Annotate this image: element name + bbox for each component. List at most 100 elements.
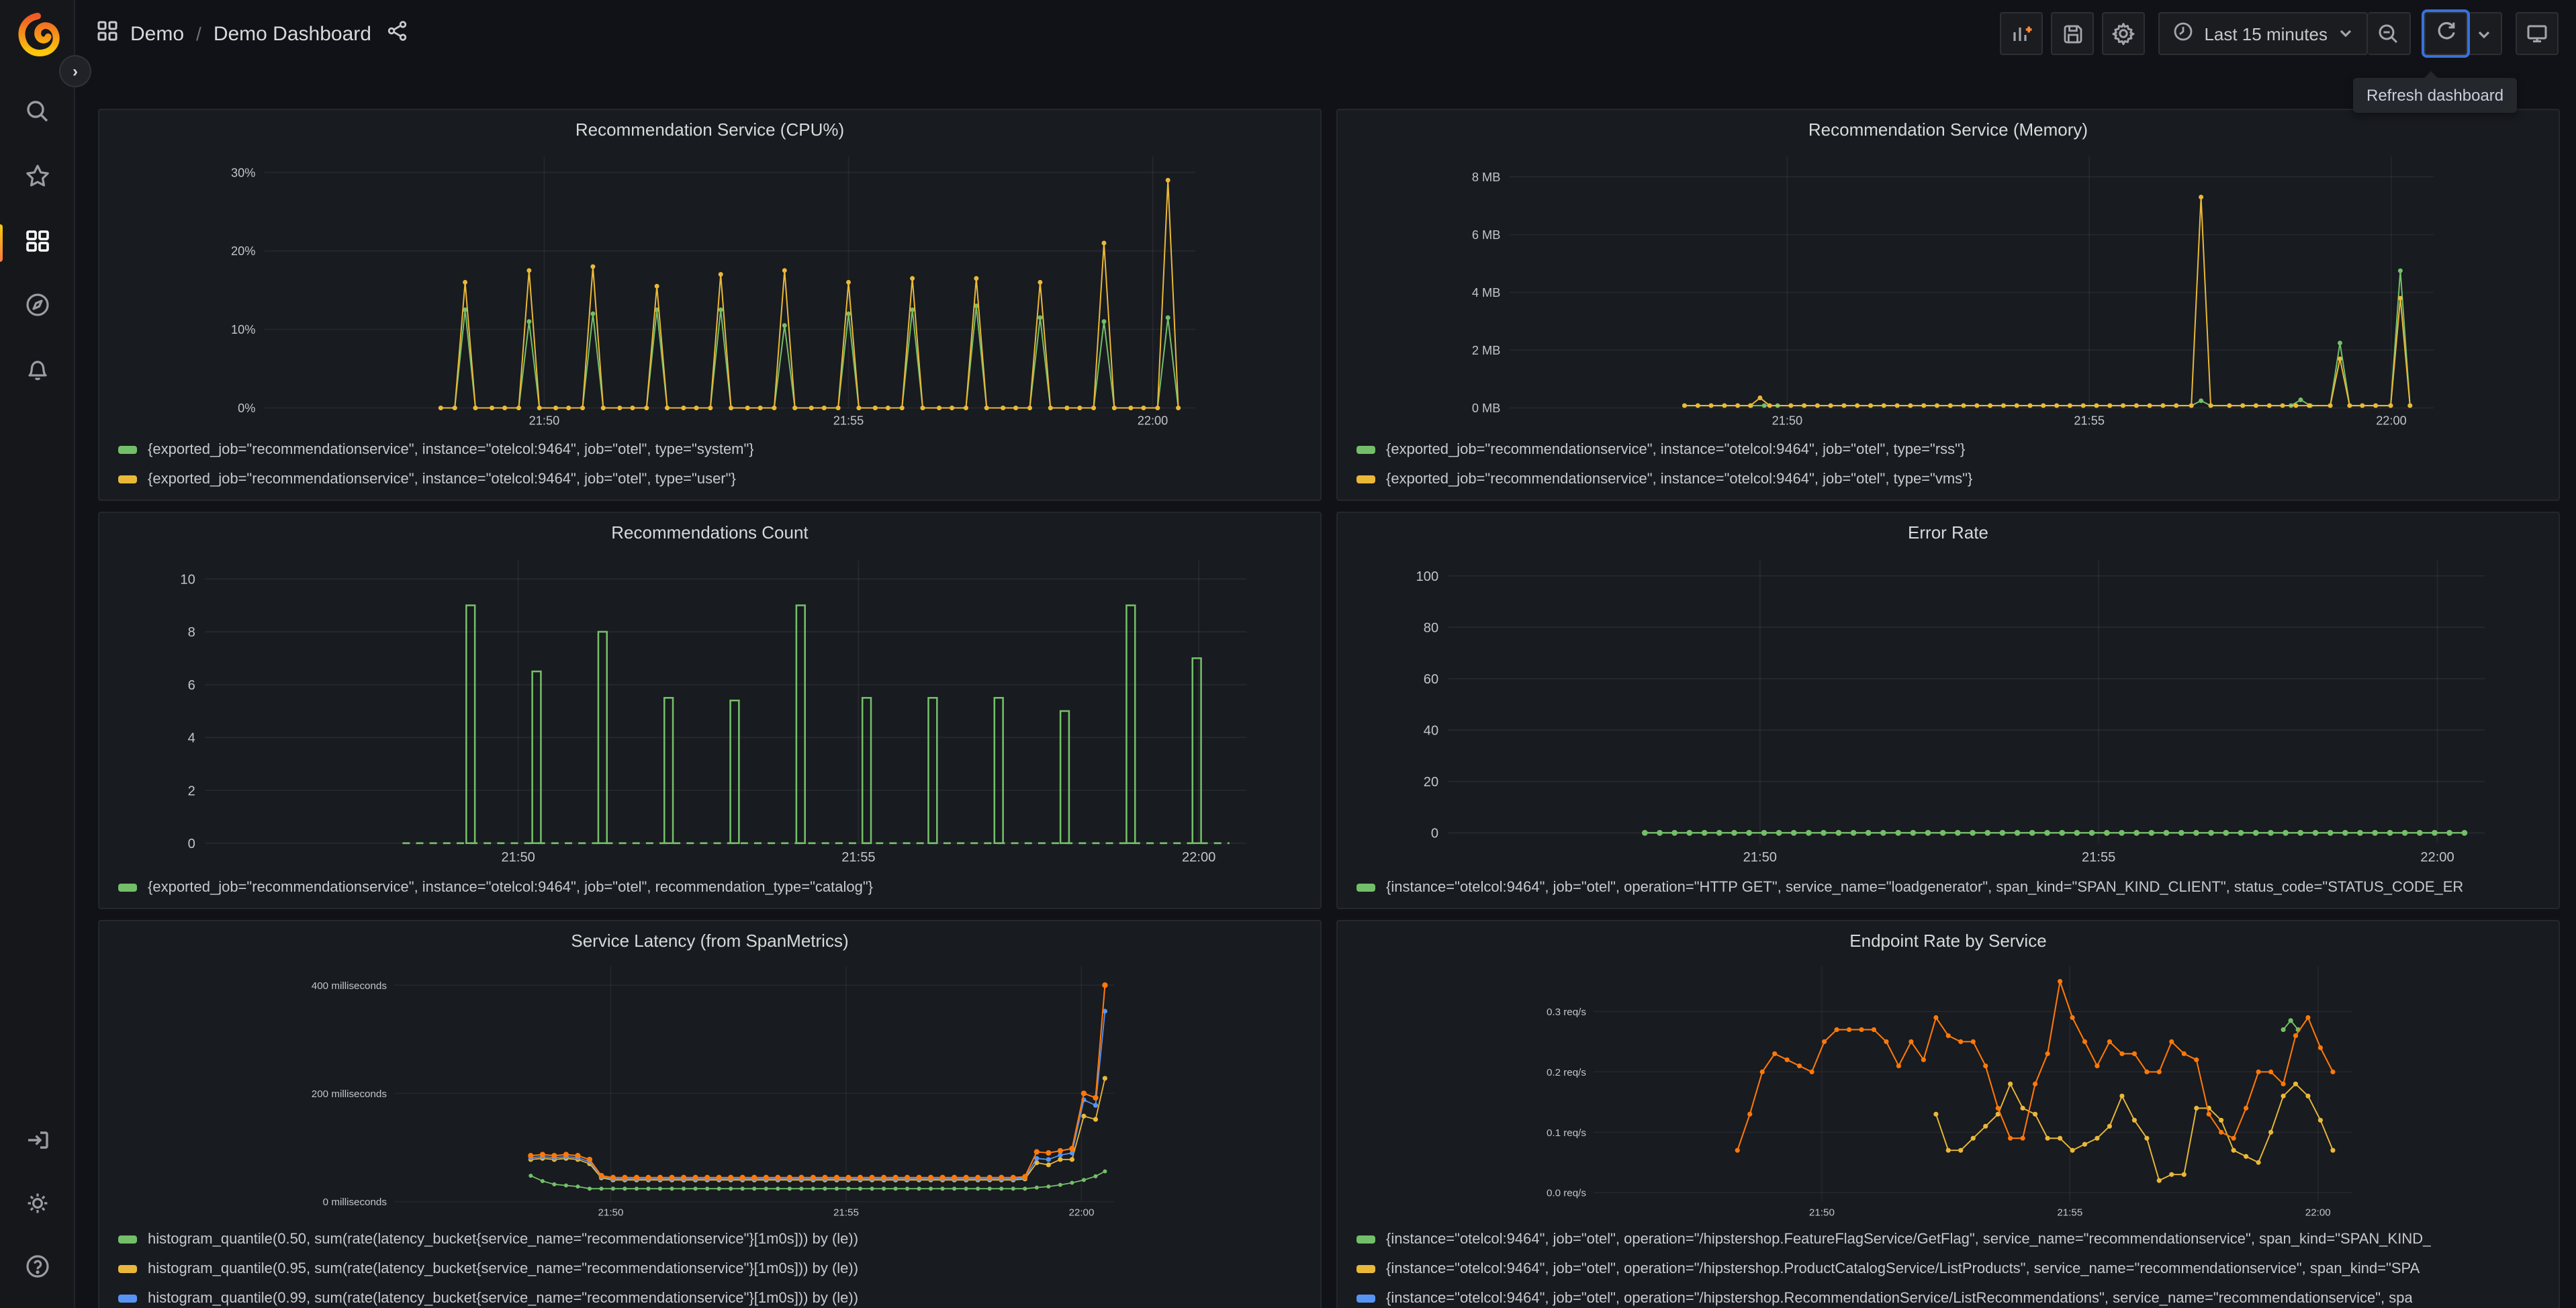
legend-swatch-green — [1356, 1235, 1375, 1244]
panel-title[interactable]: Service Latency (from SpanMetrics) — [110, 924, 1309, 959]
legend-item[interactable]: histogram_quantile(0.50, sum(rate(latenc… — [118, 1225, 1309, 1254]
legend-item[interactable]: {exported_job="recommendationservice", i… — [118, 435, 1309, 465]
zoom-out-time-button[interactable] — [2368, 12, 2411, 55]
breadcrumb: Demo / Demo Dashboard — [97, 19, 409, 48]
share-icon[interactable] — [387, 19, 409, 48]
save-dashboard-button[interactable] — [2051, 12, 2095, 55]
add-panel-button[interactable] — [2000, 12, 2043, 55]
svg-text:60: 60 — [1424, 672, 1438, 687]
legend: {exported_job="recommendationservice", i… — [1348, 432, 2548, 494]
legend-swatch-green — [1356, 446, 1375, 454]
legend-swatch-green — [118, 1235, 137, 1244]
panel-endpoint-rate: Endpoint Rate by Service 21:50 21:55 22:00… — [1336, 920, 2560, 1308]
breadcrumb-folder[interactable]: Demo — [130, 22, 184, 45]
app-root: › Demo / Demo Dashboard Last 15 minutes … — [0, 0, 2576, 1308]
refresh-icon — [2434, 19, 2457, 48]
svg-text:0.1 req/s: 0.1 req/s — [1547, 1127, 1586, 1139]
clock-icon — [2173, 21, 2193, 46]
legend-label: {instance="otelcol:9464", job="otel", op… — [1386, 880, 2464, 896]
panel-title[interactable]: Recommendation Service (CPU%) — [110, 113, 1309, 148]
chart-canvas-error-rate[interactable]: 21:50 21:55 22:00 0 20 40 60 80 100 — [1348, 551, 2548, 870]
svg-text:21:55: 21:55 — [833, 414, 864, 427]
dashboard-settings-button[interactable] — [2102, 12, 2146, 55]
panel-title[interactable]: Recommendation Service (Memory) — [1348, 113, 2548, 148]
chart-canvas-endpoint-rate[interactable]: 21:50 21:55 22:00 0.0 req/s 0.1 req/s 0.2 req… — [1348, 959, 2548, 1222]
svg-text:0.3 req/s: 0.3 req/s — [1547, 1007, 1586, 1018]
sidebar-item-alerting[interactable] — [10, 346, 64, 398]
sidebar-item-starred[interactable] — [10, 153, 64, 204]
svg-text:200 milliseconds: 200 milliseconds — [312, 1088, 387, 1100]
svg-text:30%: 30% — [231, 166, 255, 179]
legend-label: {exported_job="recommendationservice", i… — [1386, 442, 1966, 458]
svg-text:10: 10 — [180, 573, 195, 588]
panel-title[interactable]: Error Rate — [1348, 516, 2548, 551]
legend-label: {exported_job="recommendationservice", i… — [1386, 471, 1973, 487]
apps-grid-icon — [97, 19, 118, 48]
legend-swatch-green — [1356, 884, 1375, 892]
dashboards-grid-icon — [24, 226, 50, 260]
refresh-interval-dropdown[interactable] — [2467, 12, 2502, 55]
legend-label: {exported_job="recommendationservice", i… — [148, 471, 736, 487]
svg-text:2 MB: 2 MB — [1472, 344, 1501, 357]
kiosk-mode-button[interactable] — [2516, 12, 2559, 55]
chart-canvas-cpu[interactable]: 21:50 21:55 22:00 0% 10% 20% 30% — [110, 148, 1309, 432]
active-indicator — [0, 224, 2, 262]
svg-text:6: 6 — [188, 678, 195, 693]
panel-title[interactable]: Recommendations Count — [110, 516, 1309, 551]
chart-canvas-memory[interactable]: 21:50 21:55 22:00 0 MB 2 MB 4 MB 6 MB 8 MB — [1348, 148, 2548, 432]
legend-item[interactable]: {exported_job="recommendationservice", i… — [1356, 435, 2548, 465]
sidebar-item-explore[interactable] — [10, 282, 64, 333]
legend: {instance="otelcol:9464", job="otel", op… — [1348, 1222, 2548, 1308]
time-range-picker[interactable]: Last 15 minutes — [2158, 12, 2368, 55]
chevron-right-icon: › — [73, 62, 78, 81]
sidebar-item-help[interactable] — [10, 1244, 64, 1295]
legend-item[interactable]: {instance="otelcol:9464", job="otel", op… — [1356, 1284, 2548, 1308]
svg-text:21:55: 21:55 — [2082, 850, 2115, 865]
svg-text:80: 80 — [1424, 620, 1438, 635]
sidebar-item-dashboards[interactable] — [0, 218, 64, 269]
legend-item[interactable]: histogram_quantile(0.99, sum(rate(latenc… — [118, 1284, 1309, 1308]
legend-item[interactable]: {instance="otelcol:9464", job="otel", op… — [1356, 1254, 2548, 1284]
svg-text:6 MB: 6 MB — [1472, 228, 1501, 242]
refresh-dashboard-button[interactable] — [2424, 12, 2467, 55]
help-icon — [24, 1252, 50, 1286]
svg-text:400 milliseconds: 400 milliseconds — [312, 980, 387, 992]
legend-swatch-green — [118, 446, 137, 454]
svg-text:22:00: 22:00 — [2376, 414, 2407, 427]
dashboard-grid: Recommendation Service (CPU%) 21:50 21:55… — [75, 67, 2576, 1308]
svg-text:22:00: 22:00 — [1138, 414, 1168, 427]
svg-text:20%: 20% — [231, 244, 255, 258]
legend-label: {instance="otelcol:9464", job="otel", op… — [1386, 1231, 2432, 1248]
legend-item[interactable]: {exported_job="recommendationservice", i… — [118, 465, 1309, 494]
svg-text:22:00: 22:00 — [1182, 850, 1215, 865]
svg-text:0.0 req/s: 0.0 req/s — [1547, 1188, 1586, 1199]
panel-title[interactable]: Endpoint Rate by Service — [1348, 924, 2548, 959]
breadcrumb-separator: / — [196, 23, 201, 44]
panel-recommendation-cpu: Recommendation Service (CPU%) 21:50 21:55… — [98, 109, 1322, 501]
svg-text:40: 40 — [1424, 724, 1438, 739]
svg-text:20: 20 — [1424, 775, 1438, 790]
chart-canvas-latency[interactable]: 21:50 21:55 22:00 0 milliseconds 200 millise… — [110, 959, 1309, 1222]
legend-item[interactable]: {exported_job="recommendationservice", i… — [118, 873, 1309, 902]
svg-text:2: 2 — [188, 784, 195, 798]
sidebar-expand-button[interactable]: › — [59, 55, 91, 87]
legend-item[interactable]: {instance="otelcol:9464", job="otel", op… — [1356, 1225, 2548, 1254]
legend-swatch-yellow — [118, 1265, 137, 1273]
svg-text:21:50: 21:50 — [501, 850, 535, 865]
legend-swatch-green — [118, 884, 137, 892]
refresh-tooltip-text: Refresh dashboard — [2366, 86, 2504, 105]
legend-label: {instance="otelcol:9464", job="otel", op… — [1386, 1261, 2420, 1277]
legend-item[interactable]: {instance="otelcol:9464", job="otel", op… — [1356, 873, 2548, 902]
legend-item[interactable]: histogram_quantile(0.95, sum(rate(latenc… — [118, 1254, 1309, 1284]
legend-swatch-yellow — [1356, 1265, 1375, 1273]
svg-text:22:00: 22:00 — [2305, 1207, 2331, 1218]
legend-swatch-yellow — [118, 475, 137, 483]
legend-item[interactable]: {exported_job="recommendationservice", i… — [1356, 465, 2548, 494]
sidebar-item-search[interactable] — [10, 89, 64, 140]
chart-canvas-count[interactable]: 21:50 21:55 22:00 0 2 4 6 8 10 — [110, 551, 1309, 870]
sidebar-item-admin[interactable] — [10, 1180, 64, 1231]
legend: {instance="otelcol:9464", job="otel", op… — [1348, 870, 2548, 902]
grafana-logo-icon[interactable] — [13, 11, 61, 59]
breadcrumb-dashboard-title[interactable]: Demo Dashboard — [214, 22, 371, 45]
sidebar-item-sign-in[interactable] — [10, 1117, 64, 1168]
